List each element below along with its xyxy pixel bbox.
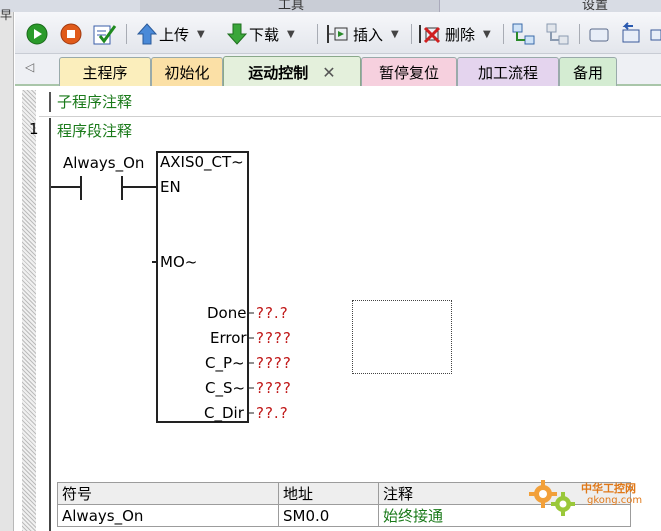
delete-label: 删除 [445, 25, 476, 44]
selection-box[interactable] [352, 300, 452, 374]
network-icon [512, 23, 535, 45]
toolbar-separator [317, 24, 318, 44]
download-arrow-icon [227, 23, 247, 45]
program-tab-bar: ◁ 主程序 初始化 运动控制 ✕ 暂停复位 加工流程 备用 [15, 54, 661, 87]
watermark-logo: 中华工控网 gkong.com [525, 472, 655, 522]
toolbar-separator [503, 24, 504, 44]
back-arrow-icon [622, 22, 640, 43]
insert-icon [327, 25, 348, 43]
insert-button[interactable]: 插入 ▼ [325, 21, 399, 47]
block-input-en: EN [160, 178, 181, 196]
operand-placeholder[interactable]: ???? [256, 379, 292, 397]
insert-label: 插入 [353, 25, 384, 44]
tab-label: 初始化 [164, 63, 210, 82]
tab-process-flow[interactable]: 加工流程 [457, 57, 559, 86]
compile-button[interactable] [91, 21, 117, 47]
close-tab-icon[interactable]: ✕ [322, 63, 335, 82]
tab-spare[interactable]: 备用 [559, 57, 617, 86]
tab-main-program[interactable]: 主程序 [59, 57, 151, 86]
run-icon [26, 23, 48, 45]
block-output-cs: C_S~ [205, 379, 246, 397]
operand-placeholder[interactable]: ???? [256, 354, 292, 372]
run-button[interactable] [25, 21, 49, 47]
upload-button[interactable]: 上传 ▼ [137, 21, 205, 47]
ladder-diagram [51, 151, 254, 423]
delete-icon [419, 25, 441, 44]
upload-label: 上传 [159, 25, 190, 44]
normally-open-contact[interactable] [80, 176, 123, 200]
download-label: 下载 [249, 25, 280, 44]
operand-placeholder[interactable]: ???? [256, 329, 292, 347]
delete-button[interactable]: 删除 ▼ [417, 21, 491, 47]
tab-label: 备用 [572, 63, 603, 82]
operand-placeholder[interactable]: ??.? [256, 304, 289, 322]
more-icon [650, 29, 661, 41]
chevron-down-icon[interactable]: ▼ [483, 29, 491, 40]
gear-icon [529, 480, 575, 516]
upload-arrow-icon [137, 23, 157, 45]
column-header-address[interactable]: 地址 [278, 482, 379, 505]
ladder-editor[interactable]: 子程序注释 1 程序段注释 Always_On AXIS0_CT~ EN MO~… [15, 86, 661, 531]
block-output-error: Error [210, 329, 247, 347]
left-panel-glyph: 早 [0, 8, 13, 22]
tab-initialize[interactable]: 初始化 [151, 57, 223, 86]
tab-label: 主程序 [82, 63, 128, 82]
address-cell[interactable]: SM0.0 [278, 504, 379, 527]
tab-motion-control[interactable]: 运动控制 ✕ [223, 56, 361, 87]
chevron-down-icon[interactable]: ▼ [197, 29, 205, 40]
more-button[interactable] [649, 21, 661, 47]
network-view-button-disabled[interactable] [545, 21, 571, 47]
symbol-cell[interactable]: Always_On [57, 504, 279, 527]
watermark-en: gkong.com [587, 495, 643, 506]
main-toolbar: 上传 ▼ 下载 ▼ 插入 ▼ 删除 ▼ [15, 12, 661, 54]
stop-button[interactable] [59, 21, 83, 47]
column-header-symbol[interactable]: 符号 [57, 482, 279, 505]
block-input-mo: MO~ [160, 253, 198, 271]
toolbar-separator [579, 24, 580, 44]
tab-pause-reset[interactable]: 暂停复位 [361, 57, 457, 86]
toolbar-separator [126, 24, 127, 44]
operand-placeholder[interactable]: ??.? [256, 404, 289, 422]
back-button[interactable] [619, 21, 643, 47]
left-side-panel[interactable]: 早 [0, 8, 14, 531]
tab-label: 加工流程 [477, 63, 538, 82]
toolbar-separator [411, 24, 412, 44]
watermark-cn: 中华工控网 [581, 482, 636, 495]
box-button[interactable] [587, 21, 611, 47]
tab-label: 暂停复位 [378, 63, 439, 82]
title-strip: 工具 设置 [0, 0, 661, 13]
chevron-down-icon[interactable]: ▼ [287, 29, 295, 40]
block-title: AXIS0_CT~ [160, 153, 244, 171]
block-output-done: Done [207, 304, 247, 322]
tab-scroll-left-icon[interactable]: ◁ [25, 60, 34, 74]
block-output-cp: C_P~ [205, 354, 245, 372]
network-disabled-icon [546, 23, 569, 45]
chevron-down-icon[interactable]: ▼ [391, 29, 399, 40]
compile-check-icon [93, 25, 117, 45]
download-button[interactable]: 下载 ▼ [227, 21, 295, 47]
stop-icon [60, 23, 82, 45]
network-view-button[interactable] [511, 21, 537, 47]
tab-label: 运动控制 [248, 63, 309, 82]
block-output-cdir: C_Dir [204, 404, 244, 422]
box-icon [589, 28, 609, 42]
